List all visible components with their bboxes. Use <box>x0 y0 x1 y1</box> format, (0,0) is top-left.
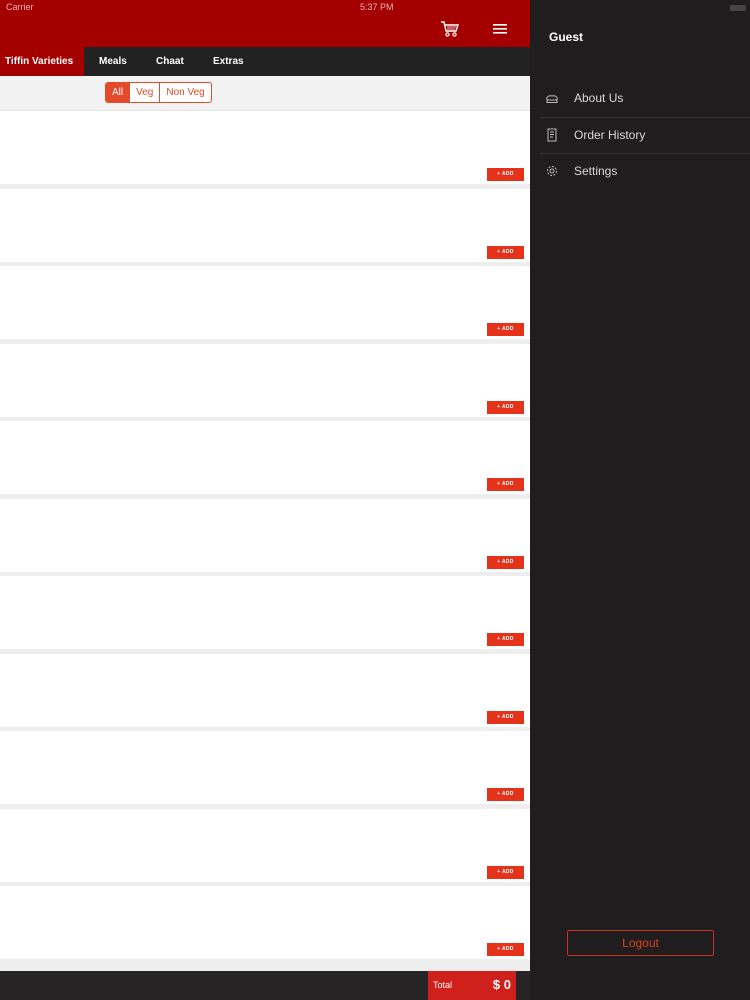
side-menu-item-label: Order History <box>574 128 646 142</box>
receipt-icon <box>545 128 559 142</box>
menu-item-card: + ADD <box>0 421 530 494</box>
side-menu: Guest About Us Order History Settings Lo… <box>530 0 750 1000</box>
total-label: Total <box>433 980 453 990</box>
menu-item-card: + ADD <box>0 343 530 417</box>
menu-item-card: + ADD <box>0 808 530 882</box>
total-amount: $ 0 <box>492 977 511 992</box>
side-menu-item-order-history[interactable]: Order History <box>530 117 750 153</box>
menu-item-card: + ADD <box>0 731 530 804</box>
add-button[interactable]: + ADD <box>487 478 524 491</box>
add-button[interactable]: + ADD <box>487 865 524 879</box>
tab-tiffin-varieties[interactable]: Tiffin Varieties <box>0 47 84 76</box>
gear-icon <box>545 164 559 178</box>
tab-chaat[interactable]: Chaat <box>156 47 184 76</box>
cart-icon[interactable] <box>440 20 460 38</box>
menu-item-card: + ADD <box>0 576 530 649</box>
filter-all[interactable]: All <box>106 83 130 102</box>
chef-hat-icon <box>545 91 559 105</box>
tab-label: Chaat <box>156 56 184 67</box>
tab-label: Tiffin Varieties <box>5 56 74 67</box>
menu-item-card: + ADD <box>0 266 530 339</box>
tab-label: Extras <box>213 56 244 67</box>
filter-veg[interactable]: Veg <box>129 83 159 102</box>
menu-item-card: + ADD <box>0 188 530 262</box>
add-button[interactable]: + ADD <box>487 788 524 801</box>
add-button[interactable]: + ADD <box>487 943 524 956</box>
main-panel: Carrier 5:37 PM Tiffin Varieties Meals C… <box>0 0 530 1000</box>
bottom-bar: Total $ 0 <box>0 971 530 1000</box>
total-button[interactable]: Total $ 0 <box>428 971 516 1000</box>
menu-item-card: + ADD <box>0 886 530 959</box>
filter-bar: All Veg Non Veg <box>0 76 530 111</box>
user-name: Guest <box>549 30 584 44</box>
menu-item-card: + ADD <box>0 653 530 727</box>
side-menu-item-label: Settings <box>574 164 618 178</box>
hamburger-menu-icon[interactable] <box>492 22 508 36</box>
logout-button[interactable]: Logout <box>567 930 714 956</box>
menu-item-card: + ADD <box>0 111 530 184</box>
side-menu-item-label: About Us <box>574 91 624 105</box>
add-button[interactable]: + ADD <box>487 555 524 569</box>
side-menu-item-settings[interactable]: Settings <box>530 153 750 189</box>
tab-label: Meals <box>99 56 127 67</box>
diet-filter-segmented-control: All Veg Non Veg <box>105 82 212 103</box>
add-button[interactable]: + ADD <box>487 245 524 259</box>
add-button[interactable]: + ADD <box>487 633 524 646</box>
category-tabs: Tiffin Varieties Meals Chaat Extras <box>0 47 530 76</box>
battery-icon <box>730 5 746 11</box>
menu-item-card: + ADD <box>0 498 530 572</box>
add-button[interactable]: + ADD <box>487 710 524 724</box>
tab-meals[interactable]: Meals <box>99 47 127 76</box>
status-carrier: Carrier <box>6 2 34 12</box>
add-button[interactable]: + ADD <box>487 400 524 414</box>
status-time: 5:37 PM <box>360 2 394 12</box>
top-bar: Carrier 5:37 PM <box>0 0 530 47</box>
filter-non-veg[interactable]: Non Veg <box>159 83 210 102</box>
tab-extras[interactable]: Extras <box>213 47 244 76</box>
add-button[interactable]: + ADD <box>487 168 524 181</box>
add-button[interactable]: + ADD <box>487 323 524 336</box>
side-menu-item-about-us[interactable]: About Us <box>530 80 750 116</box>
